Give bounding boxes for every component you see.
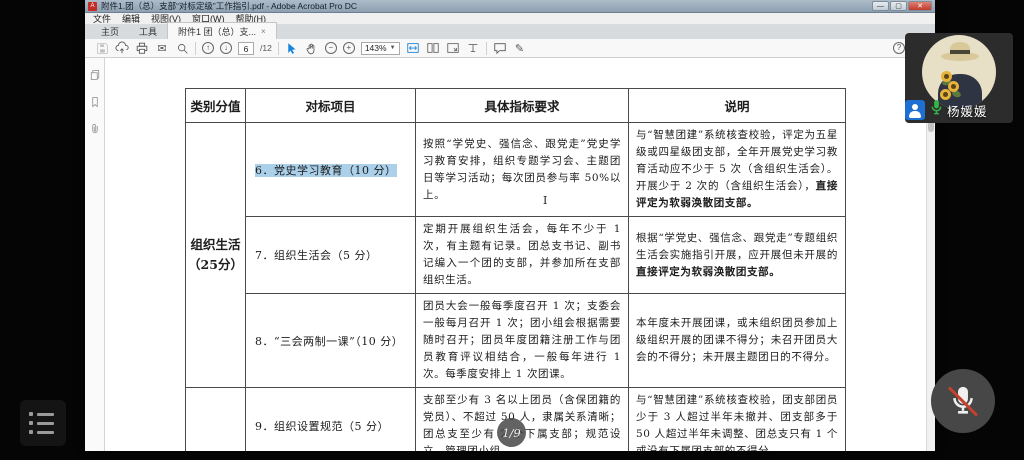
pencil-icon[interactable]: ✎ [513,41,527,55]
tab-home[interactable]: 主页 [91,23,129,39]
zoom-level-value: 143% [365,43,387,53]
bookmarks-icon[interactable] [89,95,101,113]
cloud-upload-icon[interactable] [115,41,129,55]
mute-microphone-button[interactable] [931,369,995,433]
select-tool-icon[interactable] [285,41,299,55]
navigation-pane [85,58,105,451]
search-icon[interactable] [175,41,189,55]
zoom-in-icon[interactable]: + [343,42,355,54]
zoom-out-icon[interactable]: − [325,42,337,54]
requirement-cell: 团员大会一般每季度召开 1 次；支委会一般每月召开 1 次；团小组会根据需要随时… [416,294,629,388]
requirement-cell: 按照“学党史、强信念、跟党走”党史学习教育安排，组织专题学习会、主题团日等学习活… [416,123,629,217]
close-button[interactable]: ✕ [908,1,932,11]
comment-icon[interactable] [493,41,507,55]
participant-name: 杨媛媛 [947,101,988,120]
table-row: 组织生活 （25分） 6．党史学习教育（10 分） 按照“学党史、强信念、跟党走… [186,123,846,217]
presentation-icon[interactable] [466,41,480,55]
header-requirement: 具体指标要求 [416,89,629,123]
header-item: 对标项目 [246,89,416,123]
item-cell: 9．组织设置规范（5 分） [246,388,416,452]
category-cell: 组织生活 （25分） [186,123,246,388]
email-icon[interactable]: ✉ [155,41,169,55]
previous-page-icon[interactable]: ↑ [202,42,214,54]
participant-list-icon[interactable] [905,100,925,120]
item-cell[interactable]: 6．党史学习教育（10 分） [246,123,416,217]
sunflower-icon [941,71,952,82]
conference-screen: A 附件1.团（总）支部“对标定级”工作指引.pdf - Adobe Acrob… [0,0,1024,460]
page-thumbnails-icon[interactable] [89,68,101,86]
attachments-icon[interactable] [89,122,101,140]
text-cursor-icon: I [543,194,547,207]
note-cell: 与“智慧团建”系统核查校验，评定为五星级或四星级团支部，全年开展党史学习教育活动… [629,123,846,217]
window-title: 附件1.团（总）支部“对标定级”工作指引.pdf - Adobe Acrobat… [101,0,868,12]
zoom-level-select[interactable]: 143% ▼ [361,42,400,55]
acrobat-app-icon: A [88,2,97,11]
toolbar: ✉ ↑ ↓ 6 /12 − + 143% ▼ [85,39,935,58]
tab-close-icon[interactable]: × [261,27,266,36]
tab-document-label: 附件1 团（总）支... [178,25,256,38]
tab-tools[interactable]: 工具 [129,23,167,39]
page-view-icon[interactable] [426,41,440,55]
next-page-icon[interactable]: ↓ [220,42,232,54]
mic-active-icon [929,99,944,121]
table-row: 8．“三会两制一课”（10 分） 团员大会一般每季度召开 1 次；支委会一般每月… [186,294,846,388]
tab-document[interactable]: 附件1 团（总）支... × [167,22,277,39]
note-cell: 本年度未开展团课，或未组织团员参加上级组织开展的团课不得分；未召开团员大会的不得… [629,294,846,388]
document-area: 类别分值 对标项目 具体指标要求 说明 组织生活 （25分） 6．党史学习教育（… [85,58,935,451]
hand-tool-icon[interactable] [305,41,319,55]
category-cell: 制度落实 （20分） [186,388,246,452]
header-category: 类别分值 [186,89,246,123]
note-cell: 根据“学党史、强信念、跟党走”专题组织生活会实施指引开展，应开展但未开展的直接评… [629,217,846,294]
note-cell: 与“智慧团建”系统核查校验，团支部团员少于 3 人超过半年未撤并、团支部多于 5… [629,388,846,452]
avatar [922,35,996,109]
share-page-badge: 1/9 [497,418,526,447]
item-cell: 7．组织生活会（5 分） [246,217,416,294]
participant-tile[interactable]: 杨媛媛 [905,33,1013,123]
chevron-down-icon: ▼ [390,45,396,51]
table-header-row: 类别分值 对标项目 具体指标要求 说明 [186,89,846,123]
evaluation-table: 类别分值 对标项目 具体指标要求 说明 组织生活 （25分） 6．党史学习教育（… [185,88,846,451]
requirement-cell: 定期开展组织生活会，每年不少于 1 次，有主题有记录。团总支书记、副书记编入一个… [416,217,629,294]
fit-width-icon[interactable] [406,41,420,55]
page-total-label: /12 [260,43,272,53]
print-icon[interactable] [135,41,149,55]
save-icon[interactable] [95,41,109,55]
maximize-button[interactable]: ▢ [890,1,907,11]
full-screen-icon[interactable] [446,41,460,55]
tab-bar: 主页 工具 附件1 团（总）支... × [85,25,935,39]
item-cell: 8．“三会两制一课”（10 分） [246,294,416,388]
table-row: 7．组织生活会（5 分） 定期开展组织生活会，每年不少于 1 次，有主题有记录。… [186,217,846,294]
member-list-button[interactable] [20,400,66,446]
help-icon[interactable]: ? [893,42,905,54]
acrobat-window: A 附件1.团（总）支部“对标定级”工作指引.pdf - Adobe Acrob… [85,0,935,451]
page-number-input[interactable]: 6 [238,42,254,55]
highlighted-text: 6．党史学习教育（10 分） [255,164,397,177]
participant-info-row: 杨媛媛 [905,99,1013,121]
minimize-button[interactable]: — [872,1,889,11]
header-note: 说明 [629,89,846,123]
list-icon [29,412,66,416]
